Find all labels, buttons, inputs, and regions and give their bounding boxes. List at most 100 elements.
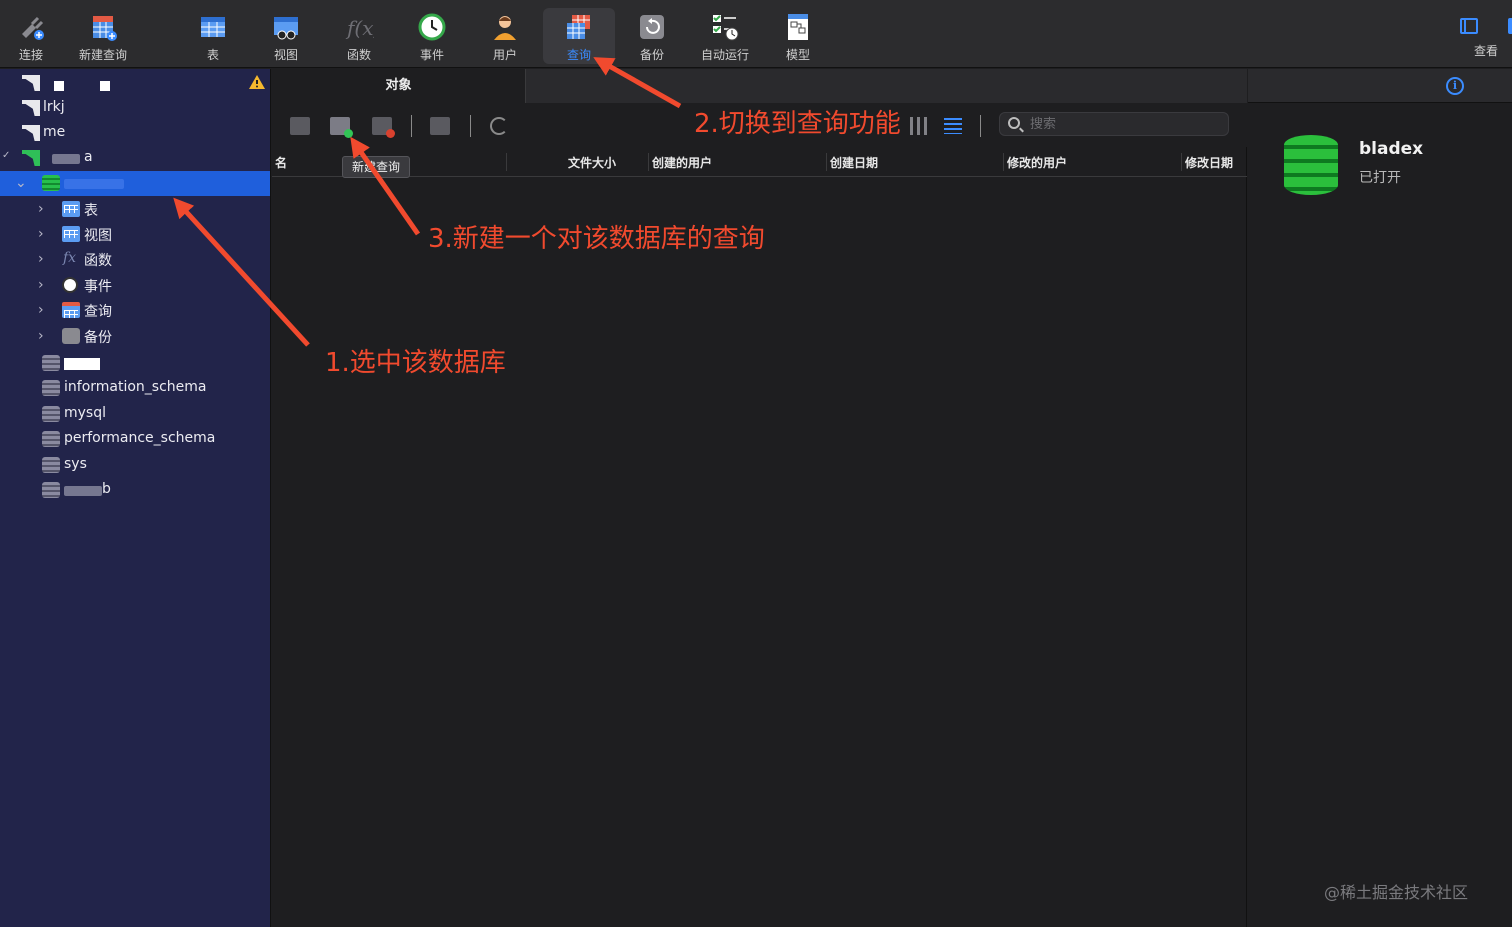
tree-item-events[interactable]: › 事件 <box>0 273 270 298</box>
tree-item-backups[interactable]: › 备份 <box>0 324 270 349</box>
view-menu-label: 查看 <box>1473 44 1498 58</box>
grid-view-icon[interactable] <box>910 117 928 135</box>
annotation-step2: 2.切换到查询功能 <box>694 109 901 139</box>
model-button[interactable]: 模型 <box>762 8 834 64</box>
event-label: 事件 <box>419 48 444 62</box>
tree-item-connection-lrkj[interactable]: lrkj <box>0 96 270 121</box>
tree-item-tables[interactable]: › 表 <box>0 197 270 222</box>
connection-label: a <box>84 149 93 165</box>
tree-item-database[interactable]: sys <box>0 453 270 478</box>
tree-item-redacted-database[interactable] <box>0 351 270 376</box>
view-button[interactable]: 视图 <box>250 8 322 64</box>
panel-edge-icon <box>1508 18 1512 34</box>
tree-item-views[interactable]: › 视图 <box>0 222 270 247</box>
tree-node-label: 查询 <box>84 304 112 320</box>
database-open-icon <box>42 175 60 191</box>
database-icon <box>42 380 60 396</box>
query-icon <box>567 15 590 39</box>
chevron-right-icon[interactable]: › <box>38 328 50 344</box>
navigation-sidebar: lrkj me ✓ a ⌄ › 表 › 视图 › fx 函数 › 事件 › 查询 <box>0 69 271 927</box>
chevron-right-icon[interactable]: › <box>38 251 50 267</box>
view-icon <box>274 17 298 40</box>
column-header-modified[interactable]: 修改日期 <box>1185 154 1233 171</box>
model-icon <box>788 14 808 40</box>
object-pane: 对象 名 文件大小 创建的用户 创建日期 修改的用户 修改日期 新建查询 <box>272 69 1247 927</box>
new-query-tooltip: 新建查询 <box>342 156 410 178</box>
redacted-block <box>64 358 100 370</box>
tree-item-redacted-connection[interactable] <box>0 71 270 96</box>
column-header-size[interactable]: 文件大小 <box>568 154 616 171</box>
automation-icon <box>713 15 739 41</box>
new-query-icon[interactable] <box>330 117 353 138</box>
connection-label: lrkj <box>43 99 65 115</box>
query-label: 查询 <box>566 48 591 62</box>
model-label: 模型 <box>785 48 810 62</box>
tree-item-functions[interactable]: › fx 函数 <box>0 247 270 272</box>
delete-query-icon[interactable] <box>372 117 395 138</box>
connection-button[interactable]: 连接 <box>0 8 67 64</box>
table-icon <box>201 17 225 37</box>
table-button[interactable]: 表 <box>177 8 249 64</box>
connection-icon <box>22 75 40 91</box>
tree-item-connection-me[interactable]: me <box>0 121 270 146</box>
new-query-icon <box>93 16 117 41</box>
tree-item-database-selected[interactable]: ⌄ <box>0 171 270 196</box>
query-button[interactable]: 查询 <box>543 8 615 64</box>
svg-text:f(x): f(x) <box>345 16 374 40</box>
list-view-icon[interactable] <box>944 118 962 134</box>
chevron-right-icon[interactable]: › <box>38 302 50 318</box>
export-query-icon[interactable] <box>430 117 450 135</box>
database-icon <box>42 355 60 371</box>
function-button[interactable]: f(x) 函数 <box>323 8 395 64</box>
database-large-icon <box>1284 135 1338 195</box>
query-icon <box>62 302 80 318</box>
refresh-icon[interactable] <box>490 117 508 135</box>
function-icon: fx <box>63 250 77 266</box>
tree-item-redacted-database[interactable]: b <box>0 478 270 503</box>
column-header-name[interactable]: 名 <box>275 154 287 171</box>
new-query-button[interactable]: 新建查询 <box>67 8 139 64</box>
chevron-down-icon[interactable]: ✓ <box>2 150 14 161</box>
view-menu-button[interactable]: 查看 <box>1466 8 1506 64</box>
tree-item-database[interactable]: performance_schema <box>0 427 270 452</box>
column-header-creator[interactable]: 创建的用户 <box>652 154 712 171</box>
tree-item-database[interactable]: information_schema <box>0 376 270 401</box>
search-input[interactable] <box>1030 115 1220 133</box>
chevron-right-icon[interactable]: › <box>38 226 50 242</box>
open-query-icon[interactable] <box>290 117 310 135</box>
column-header-created[interactable]: 创建日期 <box>830 154 878 171</box>
database-label: mysql <box>64 405 106 421</box>
column-header-modifier[interactable]: 修改的用户 <box>1007 154 1067 171</box>
annotation-step1: 1.选中该数据库 <box>325 348 506 378</box>
chevron-down-icon[interactable]: ⌄ <box>15 175 27 191</box>
database-label: information_schema <box>64 379 207 395</box>
info-pane: i bladex 已打开 @稀土掘金技术社区 <box>1248 69 1512 927</box>
view-icon <box>62 226 80 242</box>
tree-item-queries[interactable]: › 查询 <box>0 298 270 323</box>
redacted-block <box>100 81 110 91</box>
chevron-right-icon[interactable]: › <box>38 201 50 217</box>
user-label: 用户 <box>492 48 517 62</box>
automation-label: 自动运行 <box>700 48 749 62</box>
tree-item-database[interactable]: mysql <box>0 402 270 427</box>
chevron-right-icon[interactable]: › <box>38 277 50 293</box>
connection-label: me <box>43 124 66 140</box>
redacted-text <box>64 179 124 189</box>
tree-item-connection-active[interactable]: ✓ a <box>0 146 270 171</box>
event-button[interactable]: 事件 <box>396 8 468 64</box>
user-button[interactable]: 用户 <box>469 8 541 64</box>
info-icon[interactable]: i <box>1446 77 1464 95</box>
database-label-suffix: b <box>102 481 111 497</box>
toolbar-divider <box>470 115 471 137</box>
backup-button[interactable]: 备份 <box>616 8 688 64</box>
automation-button[interactable]: 自动运行 <box>689 8 761 64</box>
toolbar-divider <box>980 115 981 137</box>
watermark: @稀土掘金技术社区 <box>1324 883 1469 902</box>
backup-label: 备份 <box>639 48 664 62</box>
tree-node-label: 备份 <box>84 330 112 346</box>
toolbar-divider <box>411 115 412 137</box>
database-label: sys <box>64 456 87 472</box>
redacted-text <box>52 154 80 164</box>
tab-objects[interactable]: 对象 <box>272 69 526 103</box>
event-clock-icon <box>418 13 446 41</box>
